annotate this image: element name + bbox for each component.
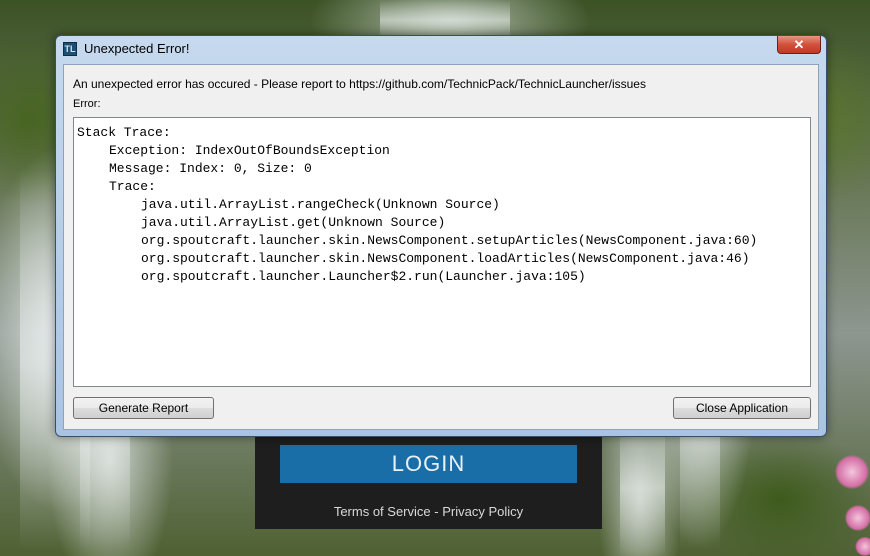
trace-line: org.spoutcraft.launcher.skin.NewsCompone… [141, 233, 758, 248]
footer-separator: - [434, 504, 439, 519]
login-button[interactable]: LOGIN [280, 445, 577, 483]
generate-report-button[interactable]: Generate Report [73, 397, 214, 419]
dialog-titlebar[interactable]: TL Unexpected Error! ✕ [56, 36, 826, 61]
error-heading: An unexpected error has occured - Please… [73, 77, 646, 91]
close-button[interactable]: ✕ [777, 36, 821, 54]
trace-line: org.spoutcraft.launcher.Launcher$2.run(L… [141, 269, 586, 284]
trace-line: java.util.ArrayList.rangeCheck(Unknown S… [141, 197, 500, 212]
privacy-policy-link[interactable]: Privacy Policy [442, 504, 523, 519]
waterfall-streak [380, 0, 510, 40]
close-icon: ✕ [793, 37, 805, 52]
trace-line: Exception: IndexOutOfBoundsException [109, 143, 390, 158]
error-dialog-window: TL Unexpected Error! ✕ An unexpected err… [55, 35, 827, 437]
pink-flower [835, 455, 869, 489]
trace-line: java.util.ArrayList.get(Unknown Source) [141, 215, 446, 230]
dialog-content: An unexpected error has occured - Please… [63, 64, 819, 430]
trace-line: org.spoutcraft.launcher.skin.NewsCompone… [141, 251, 750, 266]
launcher-login-panel: LOGIN Terms of Service - Privacy Policy [255, 436, 602, 529]
footer-links: Terms of Service - Privacy Policy [255, 504, 602, 519]
stack-trace-textarea[interactable]: Stack Trace: Exception: IndexOutOfBounds… [73, 117, 811, 387]
close-application-button[interactable]: Close Application [673, 397, 811, 419]
dialog-title: Unexpected Error! [84, 41, 190, 56]
pink-flower [855, 537, 870, 556]
trace-line: Stack Trace: [77, 125, 171, 140]
terms-of-service-link[interactable]: Terms of Service [334, 504, 431, 519]
technic-launcher-icon: TL [63, 42, 77, 56]
trace-line: Message: Index: 0, Size: 0 [109, 161, 312, 176]
error-label: Error: [73, 98, 101, 110]
trace-line: Trace: [109, 179, 156, 194]
pink-flower [845, 505, 870, 531]
waterfall-streak [620, 420, 665, 556]
